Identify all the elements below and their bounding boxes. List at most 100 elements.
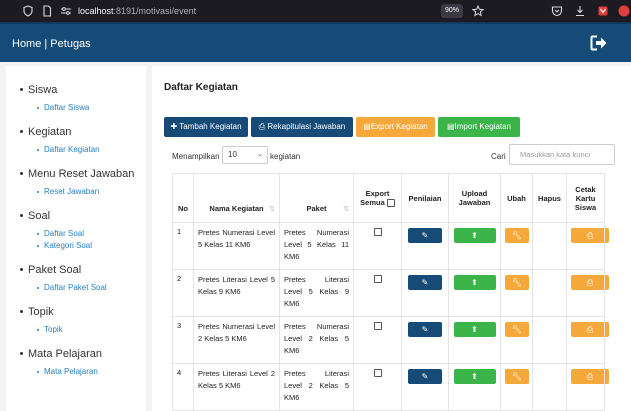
sidebar-heading: Mata Pelajaran (20, 347, 102, 361)
upload-answer-button[interactable]: ⬆ (453, 322, 496, 337)
cell-penilaian: ✎ (401, 316, 449, 364)
import-event-button[interactable]: ▤Import Kegiatan (438, 117, 520, 137)
sidebar-heading: Siswa (20, 83, 89, 97)
cell-upload: ⬆ (448, 222, 501, 270)
cell-no: 2 (172, 269, 194, 317)
col-header-ubah: Ubah (500, 173, 533, 223)
print-card-button[interactable]: ⎙ (571, 275, 609, 290)
cell-penilaian: ✎ (401, 269, 449, 317)
file-icon: ▤ (446, 122, 455, 131)
print-icon: ⎙ (586, 372, 594, 381)
cell-cetak: ⎙ (566, 269, 609, 317)
upload-answer-button[interactable]: ⬆ (453, 228, 496, 243)
col-header-penilaian: Penilaian (401, 173, 449, 223)
shield-icon[interactable] (22, 5, 34, 17)
app-navbar: Home | Petugas (0, 22, 631, 62)
col-header-name[interactable]: Nama Kegiatan (193, 173, 280, 223)
sidebar-group-paket-soal: Paket Soal Daftar Paket Soal (20, 263, 107, 294)
cell-event-name: Pretes Numerasi Level 2 Kelas 5 KM6 (193, 316, 280, 364)
sidebar-heading: Kegiatan (20, 125, 100, 139)
page-title[interactable]: Home | Petugas (12, 37, 91, 51)
cell-hapus (532, 269, 567, 317)
cell-export (353, 269, 402, 317)
pencil-icon: ✎ (421, 278, 429, 287)
export-row-checkbox[interactable] (373, 322, 382, 331)
wrench-icon: 🔧︎ (511, 372, 523, 381)
search-input[interactable]: Masukkan kata kunci (509, 144, 615, 165)
cell-ubah: 🔧︎ (500, 269, 533, 317)
logout-icon[interactable] (590, 35, 608, 51)
wrench-icon: 🔧︎ (511, 325, 523, 334)
recap-answers-button[interactable]: ⎙ Rekapitulasi Jawaban (251, 117, 353, 137)
print-card-button[interactable]: ⎙ (571, 369, 609, 384)
table-row: 3 Pretes Numerasi Level 2 Kelas 5 KM6 Pr… (172, 316, 609, 364)
cell-ubah: 🔧︎ (500, 316, 533, 364)
cell-event-name: Pretes Literasi Level 2 Kelas 5 KM6 (193, 363, 280, 411)
cell-ubah: 🔧︎ (500, 363, 533, 411)
zoom-level[interactable]: 90% (441, 4, 463, 18)
edit-button[interactable]: 🔧︎ (505, 275, 529, 290)
add-event-button[interactable]: ✚ Tambah Kegiatan (164, 117, 248, 137)
cell-ubah: 🔧︎ (500, 222, 533, 270)
profile-avatar-icon[interactable] (618, 5, 630, 17)
main-content: Daftar Kegiatan ✚ Tambah Kegiatan ⎙ Reka… (152, 66, 631, 411)
export-all-checkbox[interactable] (386, 199, 395, 207)
sidebar-heading: Paket Soal (20, 263, 107, 277)
sidebar-item-daftar-soal[interactable]: Daftar Soal (20, 228, 92, 240)
page-length-label: Menampilkan (172, 152, 220, 161)
export-row-checkbox[interactable] (373, 369, 382, 378)
page-length-select[interactable]: 10 ⌄ (222, 146, 268, 164)
print-icon: ⎙ (586, 325, 594, 334)
file-icon: ▤ (363, 122, 371, 131)
download-icon[interactable] (574, 5, 586, 17)
sidebar-item-kategori-soal[interactable]: Kategori Soal (20, 240, 92, 252)
page-length-suffix: kegiatan (270, 152, 301, 161)
sidebar-heading: Soal (20, 209, 92, 223)
edit-button[interactable]: 🔧︎ (505, 369, 529, 384)
col-header-paket-label: Paket (306, 204, 327, 213)
url-path: :8191/motivasi/event (113, 6, 197, 16)
table-row: 2 Pretes Literasi Level 5 Kelas 9 KM6 Pr… (172, 269, 609, 317)
print-card-button[interactable]: ⎙ (571, 322, 609, 337)
cell-export (353, 363, 402, 411)
upload-answer-button[interactable]: ⬆ (453, 369, 496, 384)
sidebar-item-mata-pelajaran[interactable]: Mata Pelajaran (20, 366, 102, 378)
cell-penilaian: ✎ (401, 363, 449, 411)
sidebar-item-daftar-kegiatan[interactable]: Daftar Kegiatan (20, 144, 100, 156)
export-row-checkbox[interactable] (373, 275, 382, 284)
pocket-icon[interactable] (551, 5, 563, 17)
tune-icon[interactable] (60, 5, 72, 17)
grade-button[interactable]: ✎ (408, 275, 442, 290)
col-header-paket[interactable]: Paket (279, 173, 354, 223)
extension-icon[interactable] (597, 5, 609, 17)
sidebar-group-topik: Topik Topik (20, 305, 63, 336)
table-row: 1 Pretes Numerasi Level 5 Kelas 11 KM6 P… (172, 222, 609, 270)
export-event-button[interactable]: ▤Export Kegiatan (356, 117, 435, 137)
sidebar-item-topik[interactable]: Topik (20, 324, 63, 336)
grade-button[interactable]: ✎ (408, 322, 442, 337)
edit-button[interactable]: 🔧︎ (505, 228, 529, 243)
print-card-button[interactable]: ⎙ (571, 228, 609, 243)
cell-cetak: ⎙ (566, 316, 609, 364)
grade-button[interactable]: ✎ (408, 369, 442, 384)
upload-answer-button[interactable]: ⬆ (453, 275, 496, 290)
cell-paket: Pretes Literasi Level 5 Kelas 9 KM6 (279, 269, 354, 317)
address-bar[interactable]: localhost:8191/motivasi/event (78, 5, 196, 17)
page-icon (41, 5, 53, 17)
col-header-export-all: Export Semua (353, 173, 402, 223)
sidebar-group-mata-pelajaran: Mata Pelajaran Mata Pelajaran (20, 347, 102, 378)
export-row-checkbox[interactable] (373, 228, 382, 237)
grade-button[interactable]: ✎ (408, 228, 442, 243)
cell-no: 3 (172, 316, 194, 364)
col-header-no[interactable]: No (172, 173, 194, 223)
cell-paket: Pretes Literasi Level 2 Kelas 5 KM6 (279, 363, 354, 411)
print-icon: ⎙ (586, 231, 594, 240)
sidebar-item-daftar-paket-soal[interactable]: Daftar Paket Soal (20, 282, 107, 294)
col-header-hapus: Hapus (532, 173, 567, 223)
edit-button[interactable]: 🔧︎ (505, 322, 529, 337)
cell-cetak: ⎙ (566, 222, 609, 270)
sidebar-item-reset-jawaban[interactable]: Reset Jawaban (20, 186, 134, 198)
events-table: No Nama Kegiatan Paket Export Semua Peni… (172, 173, 609, 411)
sidebar-item-daftar-siswa[interactable]: Daftar Siswa (20, 102, 89, 114)
star-icon[interactable] (471, 4, 485, 17)
